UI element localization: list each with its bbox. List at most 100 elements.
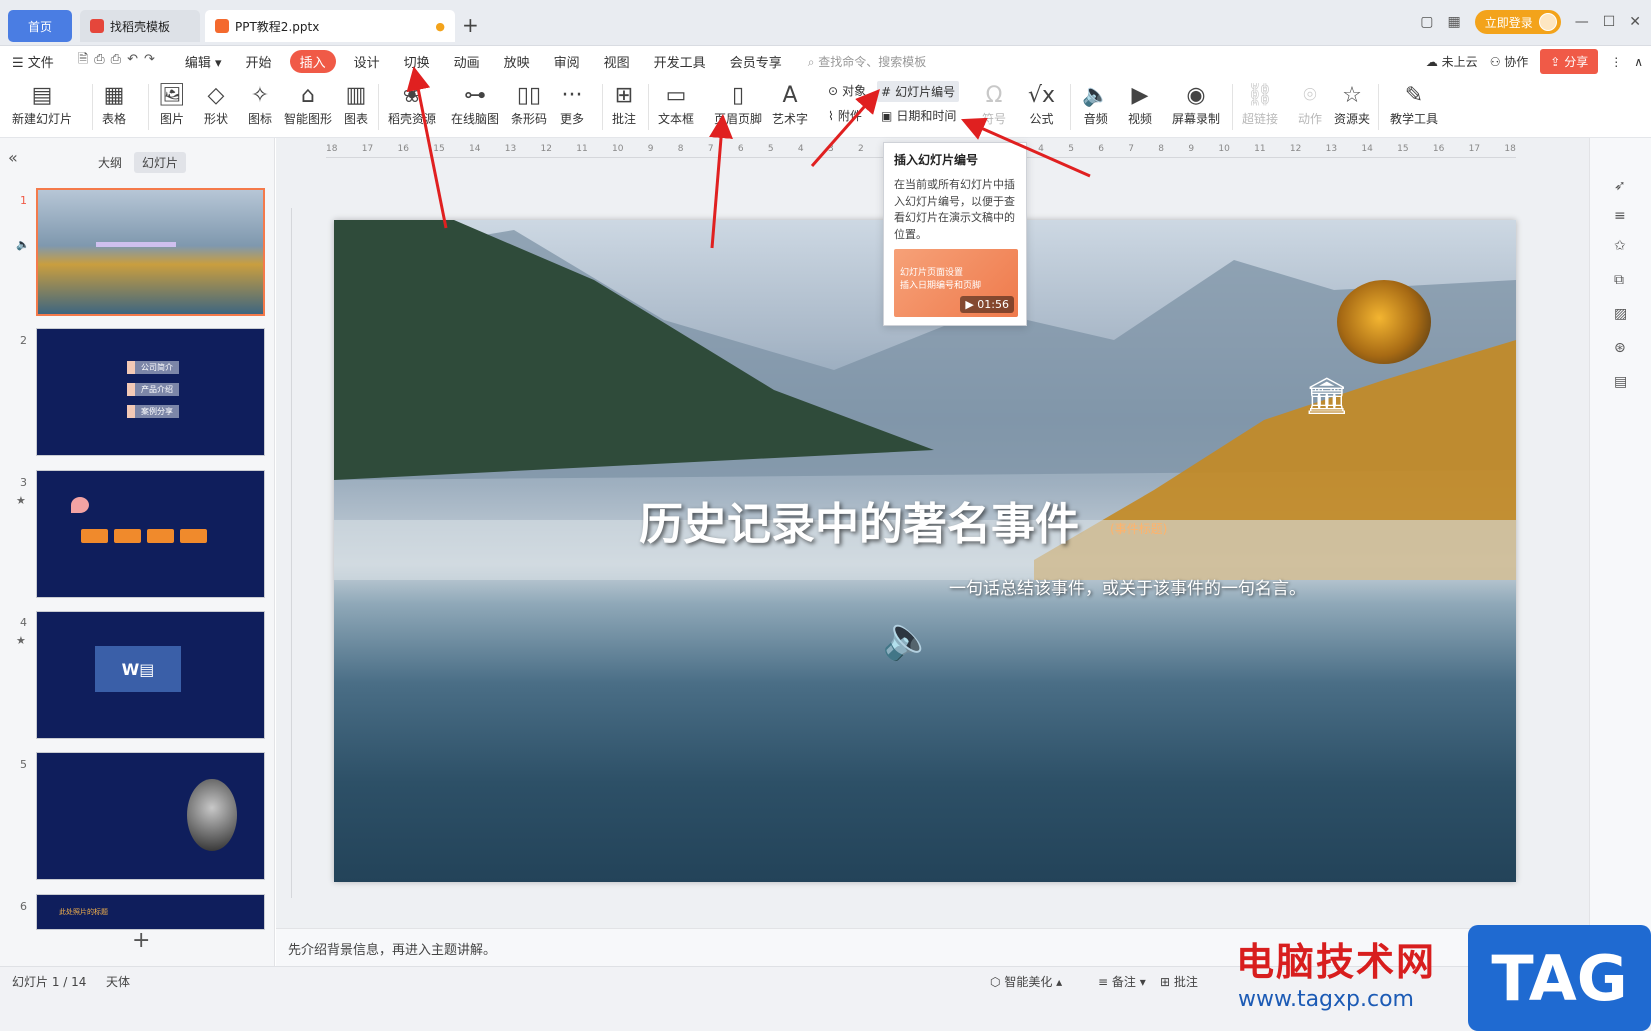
autumn-leaf-image[interactable]	[1337, 280, 1431, 364]
more-button[interactable]: ··· 更多	[560, 80, 584, 127]
slide-thumb-4[interactable]: W▤	[36, 611, 265, 739]
table-button[interactable]: ▦ 表格	[102, 80, 126, 127]
slide-number-tooltip: 插入幻灯片编号 在当前或所有幻灯片中插入幻灯片编号，以便于查看幻灯片在演示文稿中…	[883, 142, 1027, 326]
location-icon[interactable]: ⊛	[1614, 340, 1626, 356]
theme-name[interactable]: 天体	[106, 973, 130, 990]
menu-bar: ☰ 文件 🗎⎙⎙↶↷ 编辑 ▾ 开始 插入 设计 切换 动画 放映 审阅 视图 …	[0, 46, 1651, 76]
ruler-tick: 18	[326, 144, 338, 154]
menu-edit[interactable]: 编辑 ▾	[173, 52, 234, 71]
new-tab-button[interactable]: +	[462, 13, 479, 37]
header-footer-button[interactable]: ▯ 页眉页脚	[714, 80, 762, 127]
watermark-name: 电脑技术网	[1236, 940, 1437, 984]
layout-icon[interactable]: ▢	[1420, 14, 1433, 30]
comment-button[interactable]: ⊞ 批注	[612, 80, 636, 127]
ruler-tick: 14	[469, 144, 481, 154]
cloud-label: 未上云	[1441, 55, 1478, 69]
play-icon: ▶	[965, 297, 974, 311]
chart-button[interactable]: ▥ 图表	[344, 80, 368, 127]
tooltip-video[interactable]: 幻灯片页面设置 插入日期编号和页脚 ▶ 01:56	[894, 249, 1018, 317]
book-icon[interactable]: ▤	[1614, 374, 1627, 390]
date-time-button[interactable]: ▣ 日期和时间	[881, 107, 956, 124]
slide-title[interactable]: 历史记录中的著名事件	[639, 488, 1079, 552]
menu-transition[interactable]: 切换	[392, 52, 442, 71]
formula-button[interactable]: √x 公式	[1028, 80, 1055, 127]
tab-template[interactable]: 找稻壳模板	[80, 10, 200, 42]
hyperlink-button[interactable]: ⛓ 超链接	[1242, 80, 1278, 127]
share-button[interactable]: ⇪ 分享	[1540, 49, 1599, 74]
slide-thumb-6[interactable]: 此处照片的标题	[36, 894, 265, 930]
menu-view[interactable]: 视图	[592, 52, 642, 71]
attachment-button[interactable]: ⌇ 附件	[828, 107, 862, 124]
mindmap-button[interactable]: ⊶ 在线脑图	[451, 80, 499, 127]
add-slide-button[interactable]: +	[132, 928, 150, 953]
slide-thumb-3[interactable]	[36, 470, 265, 598]
tab-home[interactable]: 首页	[8, 10, 72, 42]
menu-review[interactable]: 审阅	[542, 52, 592, 71]
slide-quote[interactable]: 一句话总结该事件，或关于该事件的一句名言。	[949, 574, 1306, 599]
maximize-icon[interactable]: ☐	[1603, 14, 1616, 30]
menu-start[interactable]: 开始	[234, 52, 284, 71]
collab-button[interactable]: ⚇ 协作	[1490, 53, 1529, 70]
command-search[interactable]: ⌕ 查找命令、搜索模板	[808, 53, 927, 70]
collapse-ribbon-icon[interactable]: ∧	[1634, 55, 1643, 69]
rocket-icon[interactable]: ➶	[1614, 178, 1626, 194]
login-button[interactable]: 立即登录	[1474, 10, 1561, 34]
action-button[interactable]: ⌾ 动作	[1298, 80, 1322, 127]
sliders-icon[interactable]: ≡	[1614, 208, 1626, 224]
beautify-button[interactable]: ⬡ 智能美化 ▴	[990, 973, 1062, 990]
menu-animation[interactable]: 动画	[442, 52, 492, 71]
grid-icon[interactable]: ▦	[1447, 14, 1460, 30]
beautify-label: 智能美化	[1004, 975, 1053, 989]
slide-thumb-1[interactable]	[36, 188, 265, 316]
teach-label: 教学工具	[1390, 112, 1439, 126]
resource-folder-button[interactable]: ☆ 资源夹	[1334, 80, 1370, 127]
slide-number-button[interactable]: # 幻灯片编号	[877, 81, 960, 102]
ruler-tick: 4	[1038, 144, 1044, 154]
star-icon[interactable]: ✩	[1614, 238, 1626, 254]
smart-shape-button[interactable]: ⌂ 智能图形	[284, 80, 332, 127]
ruler-tick: 13	[1325, 144, 1338, 154]
tab-home-label: 首页	[27, 19, 52, 34]
image-edit-icon[interactable]: ▨	[1614, 306, 1627, 322]
wordart-button[interactable]: A 艺术字	[772, 80, 808, 127]
ruler-tick: 14	[1361, 144, 1373, 154]
daoke-icon	[90, 19, 104, 33]
slide-thumb-2[interactable]: 公司简介 产品介绍 案例分享	[36, 328, 265, 456]
speaker-icon[interactable]: 🔈	[882, 613, 934, 663]
cloud-button[interactable]: ☁ 未上云	[1426, 53, 1478, 70]
copy-icon[interactable]: ⧉	[1614, 272, 1624, 288]
menu-insert[interactable]: 插入	[289, 49, 336, 73]
audio-button[interactable]: 🔈 音频	[1082, 80, 1109, 127]
symbol-button[interactable]: Ω 符号	[982, 80, 1006, 127]
menu-slideshow[interactable]: 放映	[492, 52, 542, 71]
more-options-icon[interactable]: ⋮	[1610, 55, 1622, 69]
minimize-icon[interactable]: —	[1575, 14, 1589, 30]
teach-tools-button[interactable]: ✎ 教学工具	[1390, 80, 1438, 127]
menu-member[interactable]: 会员专享	[718, 52, 794, 71]
textbox-button[interactable]: ▭ 文本框	[658, 80, 694, 127]
tab-template-label: 找稻壳模板	[110, 19, 171, 34]
picture-button[interactable]: 🖼 图片	[158, 80, 186, 127]
menu-file[interactable]: ☰ 文件	[0, 52, 66, 71]
slide-number-label: 幻灯片编号	[895, 85, 956, 99]
close-icon[interactable]: ✕	[1629, 14, 1641, 30]
daoke-resource-button[interactable]: ❀ 稻壳资源	[388, 80, 436, 127]
menu-developer[interactable]: 开发工具	[642, 52, 718, 71]
icon-button[interactable]: ✧ 图标	[248, 80, 272, 127]
shape-button[interactable]: ◇ 形状	[204, 80, 228, 127]
slide-thumb-5[interactable]	[36, 752, 265, 880]
barcode-button[interactable]: ▯▯ 条形码	[511, 80, 547, 127]
screen-record-button[interactable]: ◉ 屏幕录制	[1172, 80, 1220, 127]
tab-document[interactable]: PPT教程2.pptx ●	[205, 10, 455, 42]
new-slide-button[interactable]: ▤ 新建幻灯片	[12, 80, 72, 127]
outline-tab[interactable]: 大纲	[90, 152, 130, 173]
collapse-pane-icon[interactable]: «	[8, 148, 18, 167]
smart-shape-icon: ⌂	[301, 82, 315, 108]
object-button[interactable]: ⊙ 对象	[828, 82, 866, 99]
menu-design[interactable]: 设计	[342, 52, 392, 71]
comment-toggle[interactable]: ⊞ 批注	[1160, 973, 1198, 990]
slides-tab[interactable]: 幻灯片	[134, 152, 187, 173]
ruler-tick: 8	[677, 144, 684, 154]
remark-button[interactable]: ≡ 备注 ▾	[1098, 973, 1146, 990]
video-button[interactable]: ▶ 视频	[1128, 80, 1152, 127]
